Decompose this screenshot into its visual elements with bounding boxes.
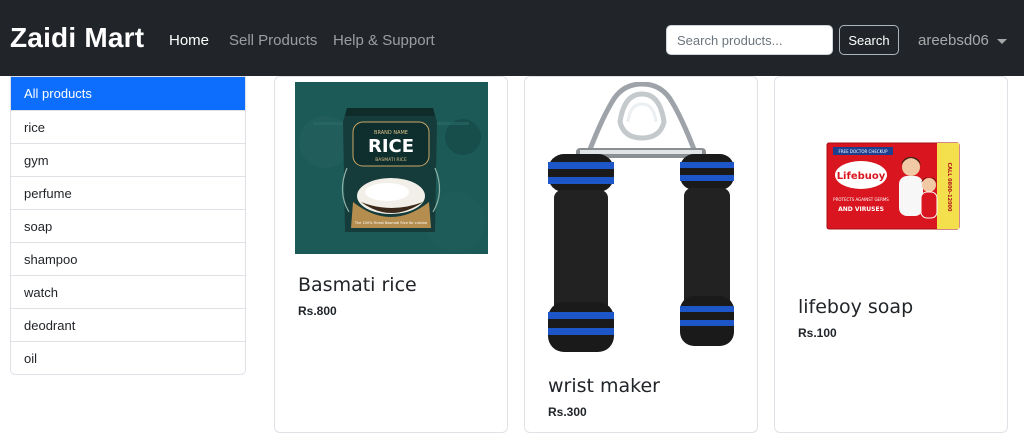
rice-name-text: RICE [368,136,414,157]
category-item-all-products[interactable]: All products [11,77,245,110]
search-input[interactable] [666,25,833,55]
category-item-oil[interactable]: oil [11,341,245,374]
hand-gripper-image [548,82,734,352]
soap-badge-text: FREE DOCTOR CHECKUP [838,149,888,154]
nav-link-sell-products[interactable]: Sell Products [229,32,317,49]
category-item-perfume[interactable]: perfume [11,176,245,209]
rice-foot-text: The 100% Finest Basmati Rice for cuisine [354,221,427,225]
brand-logo[interactable]: Zaidi Mart [10,22,144,54]
rice-package-image: BRAND NAME RICE BASMATI RICE The 100% Fi… [295,82,488,254]
category-item-soap[interactable]: soap [11,209,245,242]
category-item-shampoo[interactable]: shampoo [11,242,245,275]
category-item-gym[interactable]: gym [11,143,245,176]
nav-link-help-support[interactable]: Help & Support [333,32,435,49]
user-name: areebsd06 [918,32,989,49]
soap-logo-text: Lifebuoy [837,171,886,182]
category-item-deodrant[interactable]: deodrant [11,308,245,341]
product-price: Rs.300 [548,405,587,419]
category-item-rice[interactable]: rice [11,110,245,143]
product-price: Rs.800 [298,304,337,318]
search-button[interactable]: Search [839,25,899,55]
product-card[interactable]: wrist maker Rs.300 [524,76,758,433]
product-title[interactable]: lifeboy soap [798,296,913,318]
category-item-watch[interactable]: watch [11,275,245,308]
product-card[interactable]: CALL 0800-12000 FREE DOCTOR CHECKUP Life… [774,76,1008,433]
user-menu-dropdown[interactable]: areebsd06 [918,32,1007,49]
chevron-down-icon [996,38,1007,44]
soap-side-text: CALL 0800-12000 [946,162,952,212]
soap-line1-text: PROTECTS AGAINST GERMS [833,197,889,202]
nav-link-home[interactable]: Home [169,32,209,49]
product-card[interactable]: BRAND NAME RICE BASMATI RICE The 100% Fi… [274,76,508,433]
soap-line2-text: AND VIRUSES [838,206,884,213]
navbar: Zaidi Mart Home Sell Products Help & Sup… [0,0,1024,76]
product-price: Rs.100 [798,326,837,340]
category-list: All products rice gym perfume soap shamp… [10,76,246,375]
rice-sub-text: BASMATI RICE [375,157,407,163]
product-title[interactable]: wrist maker [548,375,660,397]
soap-box-image: CALL 0800-12000 FREE DOCTOR CHECKUP Life… [826,142,960,230]
product-title[interactable]: Basmati rice [298,274,417,296]
